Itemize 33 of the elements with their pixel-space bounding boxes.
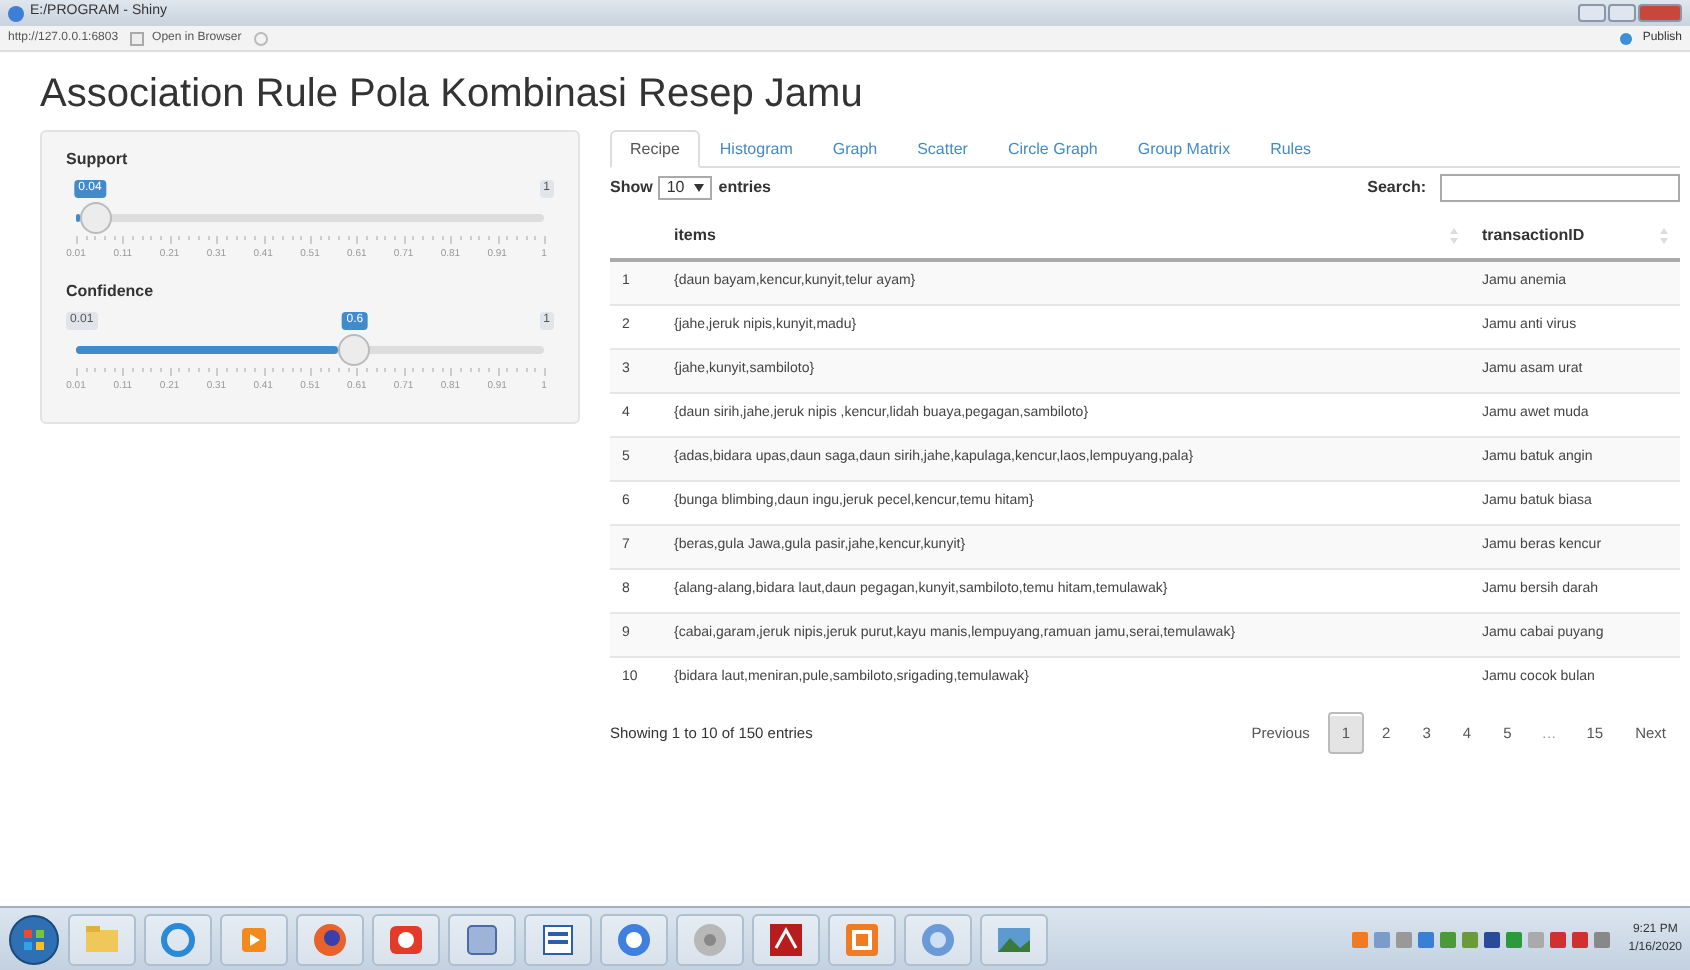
publish-icon (1618, 31, 1635, 45)
slider-label: Support (66, 148, 130, 172)
close-button[interactable] (1638, 4, 1682, 22)
slider-handle[interactable] (79, 202, 112, 234)
tab[interactable]: Rules (1250, 130, 1332, 166)
column-header[interactable]: transactionID (1482, 223, 1585, 247)
minimize-button[interactable] (1578, 4, 1606, 22)
tab[interactable]: Scatter (897, 130, 988, 166)
maximize-button[interactable] (1608, 4, 1636, 22)
sort-icon[interactable] (1660, 227, 1668, 243)
tab[interactable]: Group Matrix (1117, 130, 1251, 166)
page-title: Association Rule Pola Kombinasi Resep Jamu (40, 70, 865, 118)
show-label: Show (610, 176, 653, 200)
tab[interactable]: Histogram (699, 130, 813, 166)
caret-icon (694, 184, 705, 192)
entries-label: entries (718, 176, 771, 200)
gear-icon[interactable] (690, 919, 730, 959)
start-button[interactable] (8, 913, 60, 965)
slider-label: Confidence (66, 280, 156, 304)
globe-icon[interactable] (158, 919, 198, 959)
app-icon (8, 5, 24, 21)
app-window-icon[interactable] (842, 919, 882, 959)
search-label: Search: (1367, 176, 1426, 200)
tab[interactable]: Recipe (610, 130, 700, 168)
document-icon[interactable] (538, 919, 578, 959)
tab[interactable]: Circle Graph (987, 130, 1118, 166)
search-field[interactable] (1440, 174, 1680, 202)
slider-handle[interactable] (337, 334, 370, 366)
page-length-select[interactable]: 10 (658, 176, 713, 200)
tab[interactable]: Graph (812, 130, 898, 166)
circle-icon[interactable] (918, 919, 958, 959)
sort-icon[interactable] (1450, 227, 1458, 243)
column-header[interactable]: items (674, 223, 716, 247)
